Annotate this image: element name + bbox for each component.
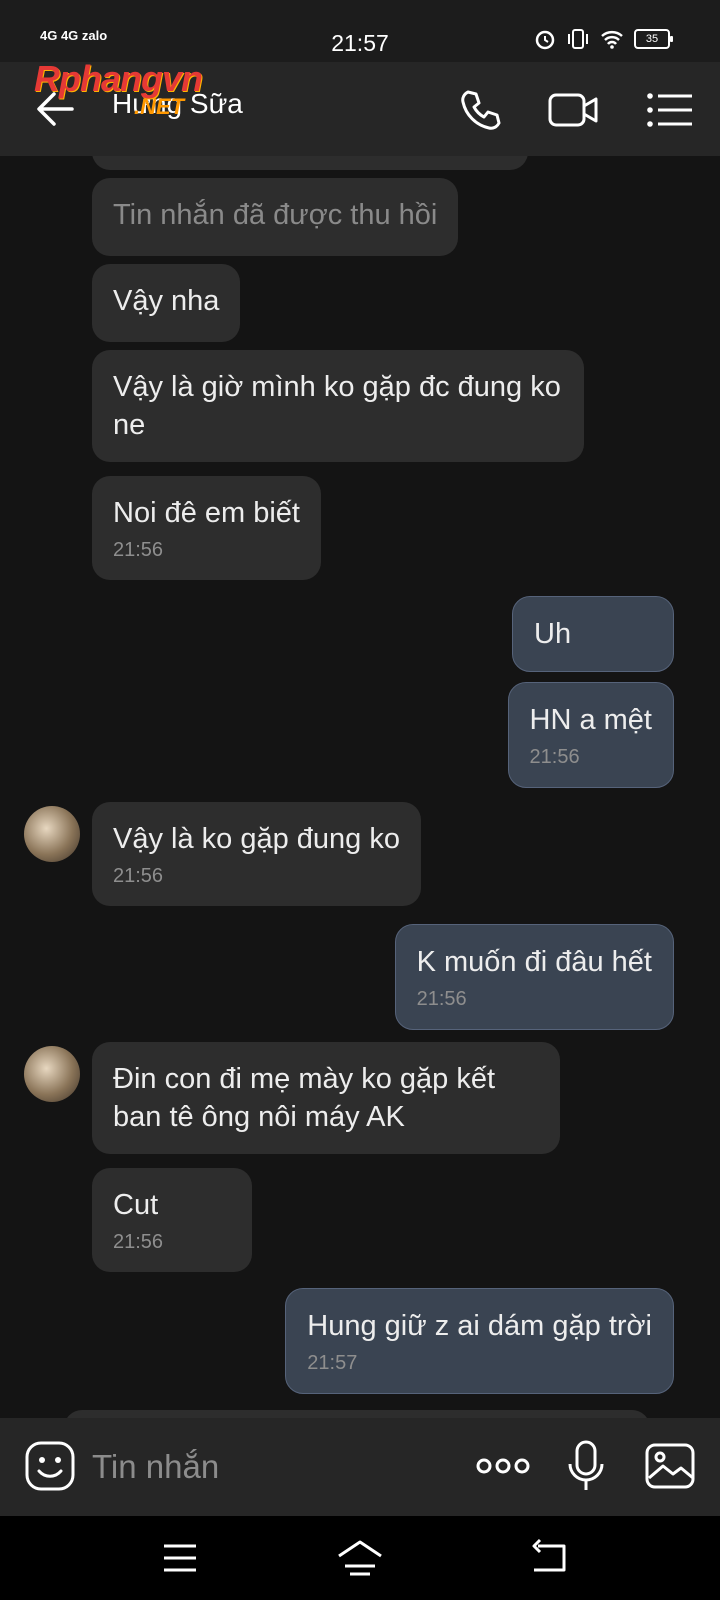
message-text: HN a mệt [529,704,652,736]
avatar[interactable] [24,1046,80,1102]
recent-apps-icon[interactable] [158,1536,202,1580]
back-icon[interactable] [526,1536,570,1580]
message-bubble[interactable]: Cut 21:56 [92,1168,252,1272]
image-icon[interactable] [644,1440,696,1492]
emoji-icon[interactable] [24,1440,76,1492]
microphone-icon[interactable] [560,1440,612,1492]
more-dots-icon[interactable] [476,1440,530,1492]
battery-indicator: 35 [634,29,673,49]
message-time: 21:57 [307,1352,358,1374]
message-text: Vậy nha [113,285,220,317]
system-nav-bar [0,1516,720,1600]
message-bubble[interactable]: Noi đê em biết 21:56 [92,476,321,580]
message-text: Uh [534,618,572,650]
message-text: Hung giữ z ai dám gặp trời [307,1310,652,1342]
message-time: 21:56 [529,746,580,768]
message-list[interactable]: Tin nhắn đã được thu hồi Vậy nha Vậy là … [0,156,720,1418]
message-bubble[interactable]: HN a mệt 21:56 [507,682,674,788]
message-bubble[interactable]: K muốn đi đâu hết 21:56 [394,924,674,1030]
message-time: 21:56 [113,865,164,887]
message-text: K muốn đi đâu hết [416,946,652,978]
list-menu-icon[interactable] [644,84,696,136]
alarm-icon [535,30,555,50]
message-bubble[interactable]: Uh [512,596,674,672]
message-bubble[interactable]: Vậy nha [92,264,241,342]
message-time: 21:56 [113,539,164,561]
wifi-icon [601,31,623,49]
avatar[interactable] [24,806,80,862]
chat-header: Hưng Sữa Rphangvn .NET [0,58,720,156]
message-time: 21:56 [416,988,467,1010]
message-text: Vậy là giờ mình ko gặp đc đung ko ne [113,371,561,441]
status-icons: 35 [534,28,673,50]
message-input-bar: Tin nhắn [0,1418,720,1516]
previous-message-fragment [92,156,528,170]
message-bubble[interactable]: Vậy là giờ mình ko gặp đc đung ko ne [92,350,584,462]
message-bubble[interactable]: Vậy là ko gặp đung ko 21:56 [92,802,421,906]
message-input[interactable]: Tin nhắn [92,1448,219,1486]
home-icon[interactable] [336,1536,384,1580]
contact-title-area[interactable]: Hưng Sữa Rphangvn .NET [34,58,243,120]
phone-icon[interactable] [454,84,506,136]
watermark-suffix: .NET [134,94,185,119]
message-text: Noi đê em biết [113,497,300,529]
message-text: Tin nhắn đã được thu hồi [113,199,438,231]
message-text: Cut [113,1189,159,1221]
next-message-fragment [64,1410,650,1418]
video-camera-icon[interactable] [548,84,600,136]
status-bar: 4G 4G zalo 21:57 35 [0,0,720,62]
vibrate-icon [568,29,588,49]
message-text: Đin con đi mẹ mày ko gặp kết ban tê ông … [113,1063,496,1133]
message-bubble[interactable]: Đin con đi mẹ mày ko gặp kết ban tê ông … [92,1042,560,1154]
message-text: Vậy là ko gặp đung ko [113,823,400,855]
message-time: 21:56 [113,1231,164,1253]
message-bubble[interactable]: Hung giữ z ai dám gặp trời 21:57 [285,1288,674,1394]
message-bubble[interactable]: Tin nhắn đã được thu hồi [92,178,459,256]
